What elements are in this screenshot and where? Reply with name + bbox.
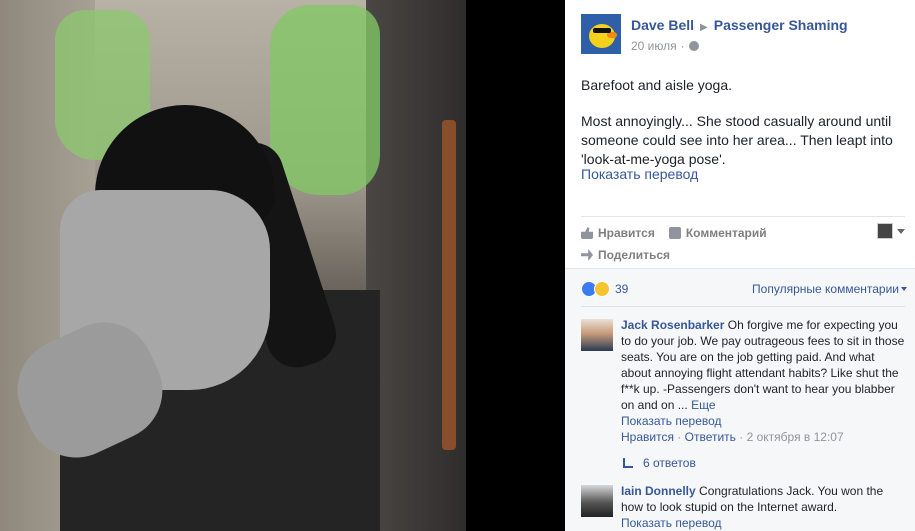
share-icon <box>581 249 593 261</box>
comment-text: Oh forgive me for expecting you to do yo… <box>621 318 905 412</box>
reaction-count: 39 <box>615 282 629 296</box>
share-label: Поделиться <box>598 248 671 262</box>
like-label: Нравится <box>598 226 655 240</box>
photo-recycling-bag-right <box>270 5 380 195</box>
post-photo[interactable] <box>0 0 466 531</box>
reactions-summary[interactable]: 39 <box>581 281 628 297</box>
photo-cabinet-latches <box>442 120 456 450</box>
post-date-link[interactable]: 20 июля <box>631 39 677 53</box>
group-name-link[interactable]: Passenger Shaming <box>714 17 848 33</box>
arrow-right-icon: ▶ <box>700 22 708 33</box>
commenter-avatar[interactable] <box>581 485 613 517</box>
commenter-name-link[interactable]: Iain Donnelly <box>621 484 696 498</box>
commenter-avatar[interactable] <box>581 319 613 351</box>
comments-section: 39 Популярные комментарии Jack Rosenbark… <box>565 268 915 531</box>
comment-timestamp[interactable]: 2 октября в 12:07 <box>747 430 844 444</box>
comment-body: Iain Donnelly Congratulations Jack. You … <box>621 483 906 531</box>
divider <box>581 306 905 307</box>
comment-sort-dropdown[interactable]: Популярные комментарии <box>752 282 907 296</box>
comment-translate-link[interactable]: Показать перевод <box>621 515 906 531</box>
comment-reply-link[interactable]: Ответить <box>685 430 736 444</box>
haha-reaction-icon <box>594 281 610 297</box>
replies-count: 6 ответов <box>643 456 696 470</box>
comment-button[interactable]: Комментарий <box>668 226 767 240</box>
sort-label: Популярные комментарии <box>752 282 899 296</box>
post-actions: Нравится Комментарий Поделиться <box>581 216 905 264</box>
actor-selector[interactable] <box>877 223 905 239</box>
like-button[interactable]: Нравится <box>581 226 655 240</box>
globe-icon[interactable] <box>688 41 699 51</box>
chevron-down-icon <box>901 287 907 291</box>
post-text-line: Barefoot and aisle yoga. <box>581 77 732 93</box>
photo-viewer[interactable] <box>0 0 565 531</box>
comment-label: Комментарий <box>685 226 767 240</box>
meta-separator: · <box>680 39 685 53</box>
author-avatar[interactable] <box>581 14 621 54</box>
post-text-line: Most annoyingly... She stood casually ar… <box>581 113 893 167</box>
sunglasses-icon <box>593 28 611 33</box>
post-author-line: Dave Bell ▶ Passenger Shaming <box>631 17 848 33</box>
commenter-name-link[interactable]: Jack Rosenbarker <box>621 318 724 332</box>
comment-body: Jack Rosenbarker Oh forgive me for expec… <box>621 317 906 445</box>
share-button[interactable]: Поделиться <box>581 248 670 262</box>
post-meta: 20 июля · <box>631 39 699 53</box>
view-replies-link[interactable]: 6 ответов <box>623 456 696 470</box>
comment-icon <box>668 227 681 239</box>
show-translation-link[interactable]: Показать перевод <box>581 166 698 182</box>
post-header: Dave Bell ▶ Passenger Shaming 20 июля · <box>581 14 905 58</box>
comment-footer: Нравится · Ответить · 2 октября в 12:07 <box>621 430 844 444</box>
author-name-link[interactable]: Dave Bell <box>631 17 694 33</box>
post-side-panel: Dave Bell ▶ Passenger Shaming 20 июля · Bar… <box>565 0 915 531</box>
reply-arrow-icon <box>623 458 633 468</box>
comment-like-link[interactable]: Нравится <box>621 430 674 444</box>
viewer-avatar <box>877 223 893 239</box>
thumbs-up-icon <box>581 227 593 239</box>
comment-translate-link[interactable]: Показать перевод <box>621 413 906 429</box>
chevron-down-icon <box>897 228 905 234</box>
see-more-link[interactable]: Еще <box>691 398 715 412</box>
